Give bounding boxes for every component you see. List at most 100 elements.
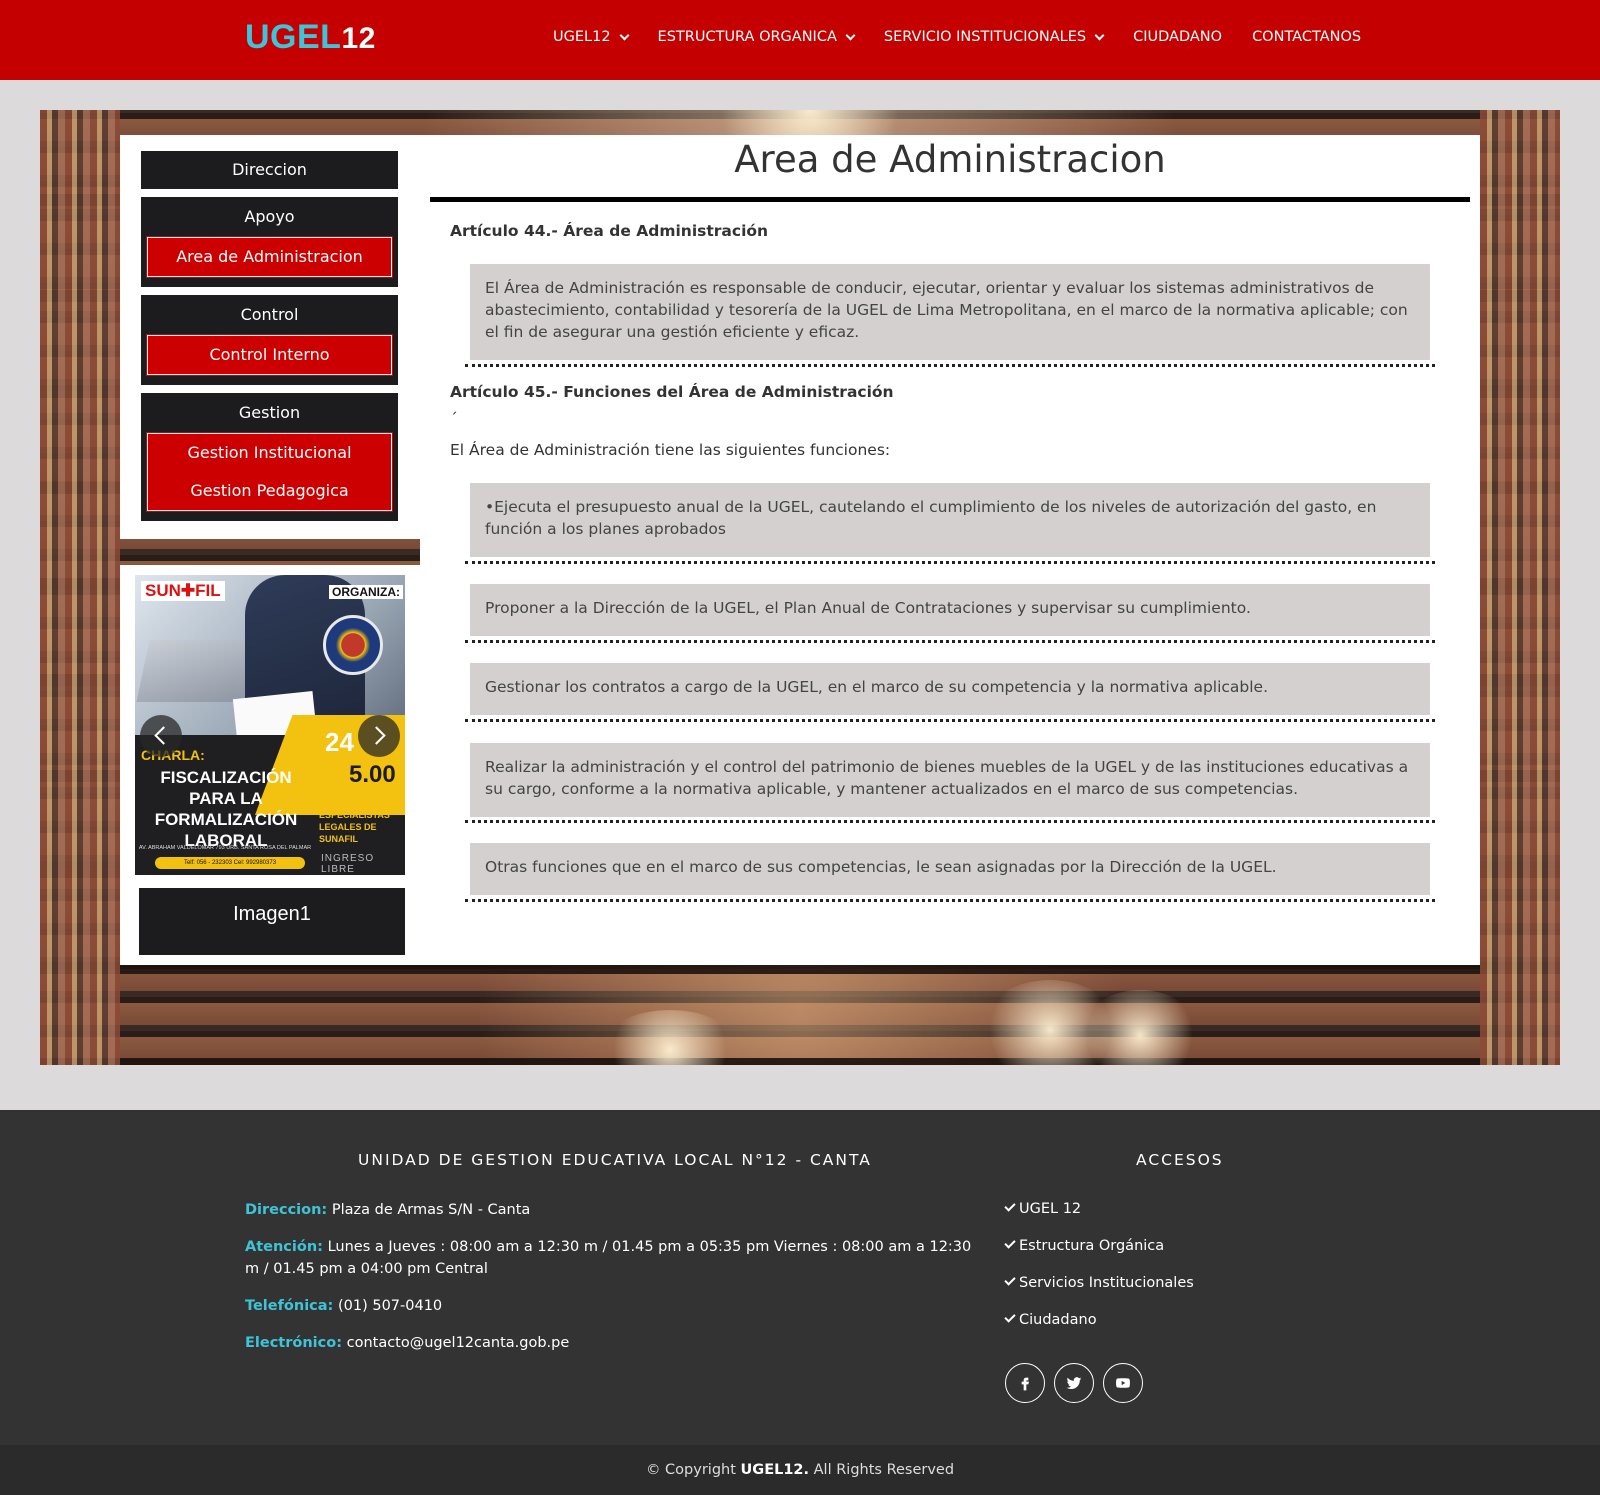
- footer-link-label: Estructura Orgánica: [1019, 1238, 1165, 1254]
- title-divider: [430, 197, 1470, 202]
- nav-label: CIUDADANO: [1133, 29, 1223, 45]
- nav-item-estructura-organica[interactable]: ESTRUCTURA ORGANICA: [657, 29, 856, 45]
- functions-intro: El Área de Administración tiene las sigu…: [450, 441, 891, 459]
- youtube-icon: [1116, 1378, 1130, 1388]
- dotted-divider: [465, 820, 1435, 823]
- footer-link-ugel12[interactable]: UGEL 12: [1004, 1200, 1082, 1217]
- poster-contact: Telf: 056 - 232303 Cel: 992980373: [155, 857, 305, 869]
- sidebar-item-gestion-pedagogica[interactable]: Gestion Pedagogica: [148, 472, 391, 510]
- nav-label: ESTRUCTURA ORGANICA: [657, 29, 837, 45]
- function-item: Proponer a la Dirección de la UGEL, el P…: [470, 584, 1430, 636]
- footer-link-label: UGEL 12: [1019, 1201, 1082, 1217]
- poster-expositor: EXPOSITOR: ESPECIALISTAS LEGALES DE SUNA…: [319, 798, 390, 844]
- footer-label: Telefónica:: [245, 1298, 334, 1314]
- main-nav: UGEL12 ESTRUCTURA ORGANICA SERVICIO INST…: [553, 29, 1391, 45]
- footer-electronico: Electrónico: contacto@ugel12canta.gob.pe: [245, 1332, 975, 1354]
- check-icon: [1004, 1200, 1016, 1212]
- footer-link-label: Servicios Institucionales: [1019, 1275, 1194, 1291]
- sidebar-item-control-interno[interactable]: Control Interno: [148, 336, 391, 374]
- nav-label: CONTACTANOS: [1252, 29, 1362, 45]
- footer-link-ciudadano[interactable]: Ciudadano: [1004, 1311, 1097, 1328]
- site-logo[interactable]: UGEL12: [245, 18, 376, 57]
- organizer-seal-icon: [323, 615, 383, 675]
- top-navbar: UGEL12 UGEL12 ESTRUCTURA ORGANICA SERVIC…: [0, 0, 1600, 80]
- footer-link-label: Ciudadano: [1019, 1312, 1097, 1328]
- twitter-icon: [1066, 1377, 1082, 1390]
- function-item: •Ejecuta el presupuesto anual de la UGEL…: [470, 483, 1430, 557]
- footer-label: Atención:: [245, 1239, 323, 1255]
- check-icon: [1004, 1311, 1016, 1323]
- right-bookshelf: [1480, 110, 1560, 1065]
- article-45-heading: Artículo 45.- Funciones del Área de Admi…: [450, 383, 894, 401]
- dotted-divider: [465, 899, 1435, 902]
- footer-link-servicios-institucionales[interactable]: Servicios Institucionales: [1004, 1274, 1194, 1291]
- footer-email[interactable]: contacto@ugel12canta.gob.pe: [347, 1335, 570, 1351]
- poster-address: AV. ABRAHAM VALDELOMAR 793 URB. SANTA RO…: [138, 845, 312, 851]
- dotted-divider: [465, 719, 1435, 722]
- check-icon: [1004, 1237, 1016, 1249]
- facebook-button[interactable]: [1005, 1363, 1045, 1403]
- dotted-divider: [465, 364, 1435, 367]
- footer-title-ugel: UNIDAD DE GESTION EDUCATIVA LOCAL N°12 -…: [358, 1151, 872, 1169]
- copyright-prefix: © Copyright: [645, 1462, 736, 1478]
- chevron-down-icon: [619, 30, 629, 40]
- check-icon: [1004, 1274, 1016, 1286]
- chevron-down-icon: [1094, 30, 1105, 40]
- sidebar-item-area-de-administracion[interactable]: Area de Administracion: [148, 238, 391, 276]
- poster-organiza: ORGANIZA:: [329, 585, 403, 599]
- poster-hour: 5.00: [349, 761, 396, 788]
- footer-telefonica: Telefónica: (01) 507-0410: [245, 1295, 975, 1317]
- copyright-suffix: All Rights Reserved: [813, 1462, 955, 1478]
- poster-brand: SUN✚FIL: [141, 581, 225, 601]
- sidebar-group-gestion: Gestion Gestion Institucional Gestion Pe…: [141, 393, 398, 521]
- nav-label: UGEL12: [553, 29, 611, 45]
- sidebar-item-direccion[interactable]: Direccion: [141, 151, 398, 189]
- nav-label: SERVICIO INSTITUCIONALES: [883, 29, 1087, 45]
- sidebar-submenu: Area de Administracion: [146, 236, 393, 278]
- footer-title-accesos: ACCESOS: [1136, 1151, 1224, 1169]
- carousel-caption: Imagen1: [139, 888, 405, 955]
- function-item: Otras funciones que en el marco de sus c…: [470, 843, 1430, 895]
- function-item: Gestionar los contratos a cargo de la UG…: [470, 663, 1430, 715]
- footer-atencion: Atención: Lunes a Jueves : 08:00 am a 12…: [245, 1236, 975, 1280]
- carousel-prev-button[interactable]: [140, 715, 182, 757]
- copyright-brand: UGEL12.: [740, 1462, 810, 1478]
- sidebar-group-title[interactable]: Control: [141, 295, 398, 335]
- sidebar-group-title[interactable]: Apoyo: [141, 197, 398, 237]
- logo-number: 12: [341, 22, 376, 55]
- carousel-next-button[interactable]: [358, 715, 400, 757]
- article-44-heading: Artículo 44.- Área de Administración: [450, 222, 769, 240]
- footer-link-estructura-organica[interactable]: Estructura Orgánica: [1004, 1237, 1165, 1254]
- page-title: Area de Administracion: [734, 138, 1166, 181]
- sidebar-group-apoyo: Apoyo Area de Administracion: [141, 197, 398, 287]
- footer-direccion: Direccion: Plaza de Armas S/N - Canta: [245, 1199, 975, 1221]
- sidebar-item-gestion-institucional[interactable]: Gestion Institucional: [148, 434, 391, 472]
- sidebar-submenu: Gestion Institucional Gestion Pedagogica: [146, 432, 393, 512]
- footer-value: Lunes a Jueves : 08:00 am a 12:30 m / 01…: [245, 1239, 972, 1277]
- sidebar-submenu: Control Interno: [146, 334, 393, 376]
- chevron-down-icon: [845, 30, 856, 40]
- left-bookshelf: [40, 110, 120, 1065]
- stray-mark: ´: [450, 410, 458, 428]
- nav-item-servicio-institucionales[interactable]: SERVICIO INSTITUCIONALES: [883, 29, 1105, 45]
- nav-item-contactanos[interactable]: CONTACTANOS: [1252, 29, 1361, 45]
- sidebar-group-title[interactable]: Gestion: [141, 393, 398, 433]
- poster-laptop: [136, 640, 260, 702]
- article-44-text: El Área de Administración es responsable…: [470, 264, 1430, 360]
- poster-ingreso: INGRESO LIBRE: [321, 853, 375, 875]
- footer-label: Electrónico:: [245, 1335, 342, 1351]
- twitter-button[interactable]: [1054, 1363, 1094, 1403]
- poster-headline: FISCALIZACIÓN PARA LA FORMALIZACIÓN LABO…: [154, 768, 298, 850]
- poster-day: 24: [325, 727, 354, 757]
- footer-value: Plaza de Armas S/N - Canta: [331, 1202, 531, 1218]
- copyright-bar: © Copyright UGEL12. All Rights Reserved: [0, 1445, 1600, 1495]
- logo-text: UGEL: [245, 18, 342, 56]
- footer-label: Direccion:: [245, 1202, 328, 1218]
- youtube-button[interactable]: [1103, 1363, 1143, 1403]
- facebook-icon: [1021, 1377, 1029, 1391]
- dotted-divider: [465, 640, 1435, 643]
- nav-item-ugel12[interactable]: UGEL12: [553, 29, 629, 45]
- function-item: Realizar la administración y el control …: [470, 743, 1430, 817]
- nav-item-ciudadano[interactable]: CIUDADANO: [1133, 29, 1222, 45]
- sidebar-group-control: Control Control Interno: [141, 295, 398, 385]
